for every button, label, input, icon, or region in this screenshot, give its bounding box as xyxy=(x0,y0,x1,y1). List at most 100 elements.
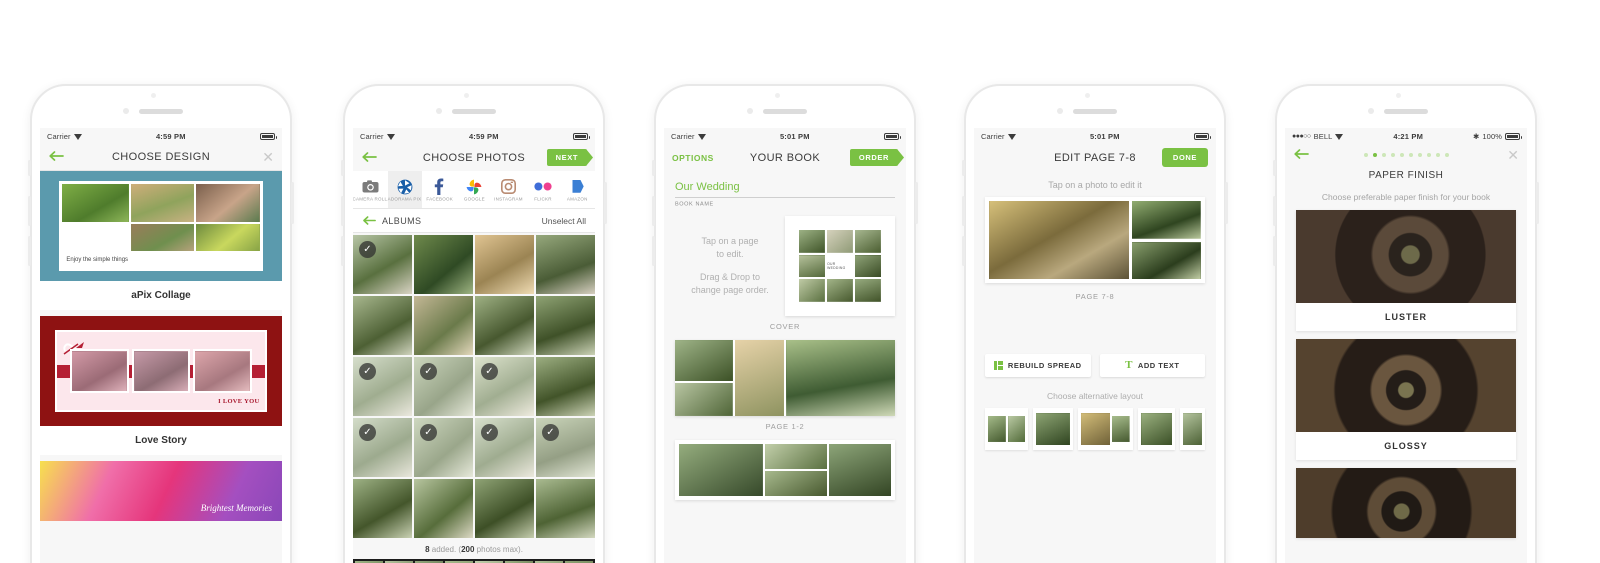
book-name-value[interactable]: Our Wedding xyxy=(675,181,895,193)
photo-cell[interactable] xyxy=(353,296,412,355)
photo-cell[interactable] xyxy=(414,479,473,538)
finish-option-matte[interactable] xyxy=(1296,468,1516,538)
photo-cell[interactable] xyxy=(353,479,412,538)
finish-label: GLOSSY xyxy=(1384,441,1428,451)
source-label: AMAZON xyxy=(567,196,589,202)
back-arrow-icon[interactable] xyxy=(362,215,376,227)
photo-tile[interactable] xyxy=(1132,201,1201,239)
source-tab-instagram[interactable]: INSTAGRAM xyxy=(491,171,526,208)
pager-dot[interactable] xyxy=(1390,153,1395,157)
status-bar: Carrier 5:01 PM xyxy=(664,128,906,144)
layout-option[interactable] xyxy=(1077,408,1133,450)
added-text: added. ( xyxy=(429,545,462,554)
back-arrow-icon[interactable] xyxy=(48,150,64,164)
photo-tile-main[interactable] xyxy=(989,201,1130,279)
options-button[interactable]: OPTIONS xyxy=(672,153,714,163)
photo-cell[interactable]: ✓ xyxy=(353,357,412,416)
photo-tile xyxy=(785,340,895,416)
rebuild-spread-button[interactable]: REBUILD SPREAD xyxy=(985,354,1091,377)
carrier-label: Carrier xyxy=(671,131,695,141)
pager-dot[interactable] xyxy=(1381,153,1386,157)
status-bar: Carrier 4:59 PM xyxy=(40,128,282,144)
photo-cell[interactable] xyxy=(536,235,595,294)
pager-dot[interactable] xyxy=(1408,153,1413,157)
pager-dot[interactable] xyxy=(1363,153,1368,157)
pager-dot[interactable] xyxy=(1417,153,1422,157)
cover-thumbnail[interactable]: OUR WEDDING xyxy=(785,216,895,316)
photo-cell[interactable] xyxy=(414,235,473,294)
power-button xyxy=(915,182,918,224)
page-spread-3-4[interactable] xyxy=(675,440,895,500)
photo-tile xyxy=(764,444,827,469)
layout-option[interactable] xyxy=(985,408,1029,450)
hint-line-1: Tap on a page to edit. xyxy=(701,236,759,260)
alternative-layouts[interactable] xyxy=(974,408,1216,450)
add-text-button[interactable]: T ADD TEXT xyxy=(1099,354,1205,377)
photo-cell[interactable]: ✓ xyxy=(475,418,534,477)
design-caption: Brightest Memories xyxy=(200,503,272,513)
phone-mockup-edit-page: Carrier 5:01 PM EDIT PAGE 7-8 DONE Tap o… xyxy=(962,84,1228,563)
pager-dot-active[interactable] xyxy=(1372,153,1377,157)
source-tab-facebook[interactable]: FACEBOOK xyxy=(422,171,457,208)
photo-cell[interactable] xyxy=(536,357,595,416)
photo-cell[interactable] xyxy=(536,479,595,538)
layout-option[interactable] xyxy=(1137,408,1176,450)
order-button[interactable]: ORDER xyxy=(849,149,898,166)
selected-check-icon: ✓ xyxy=(481,424,498,441)
source-tab-flickr[interactable]: FLICKR xyxy=(526,171,561,208)
page-spread-1-2[interactable] xyxy=(675,340,895,416)
volume-down-button xyxy=(341,236,344,266)
photo-tile xyxy=(799,279,826,302)
done-button[interactable]: DONE xyxy=(1161,148,1208,167)
photo-cell[interactable]: ✓ xyxy=(475,357,534,416)
finish-option-luster[interactable]: LUSTER xyxy=(1296,210,1516,331)
design-card[interactable]: I LOVE YOU Love Story xyxy=(40,316,282,455)
source-tab-camera-roll[interactable]: CAMERA ROLL xyxy=(353,171,388,208)
battery-icon xyxy=(1505,132,1522,140)
close-icon[interactable]: ✕ xyxy=(1507,148,1519,162)
source-tab-amazon[interactable]: AMAZON xyxy=(560,171,595,208)
edit-spread-canvas[interactable] xyxy=(985,197,1205,283)
photo-cell[interactable] xyxy=(475,296,534,355)
photo-cell[interactable] xyxy=(475,235,534,294)
photo-tile xyxy=(193,348,252,394)
source-tab-adorama-pix[interactable]: ADORAMA PIX xyxy=(387,171,423,208)
photo-cell[interactable] xyxy=(475,479,534,538)
selected-photos-filmstrip[interactable] xyxy=(353,559,595,563)
design-card[interactable]: Enjoy the simple things aPix Collage xyxy=(40,171,282,310)
pager-dot[interactable] xyxy=(1426,153,1431,157)
pager-dot[interactable] xyxy=(1444,153,1449,157)
app-screen-paper-finish: ●●●○○ BELL 4:21 PM ✱ 100% ✕ PAPER FINISH… xyxy=(1285,128,1527,563)
photo-cell[interactable]: ✓ xyxy=(414,357,473,416)
back-arrow-icon[interactable] xyxy=(361,151,377,165)
photo-cell[interactable]: ✓ xyxy=(536,418,595,477)
pager-dot[interactable] xyxy=(1435,153,1440,157)
finish-option-glossy[interactable]: GLOSSY xyxy=(1296,339,1516,460)
mute-switch xyxy=(1273,160,1276,176)
cover-title-text: OUR WEDDING xyxy=(827,254,853,278)
carrier-label: Carrier xyxy=(360,131,384,141)
status-bar: ●●●○○ BELL 4:21 PM ✱ 100% xyxy=(1285,128,1527,144)
back-arrow-icon[interactable] xyxy=(1293,148,1309,162)
next-button[interactable]: NEXT xyxy=(546,149,587,166)
layout-option[interactable] xyxy=(1180,408,1206,450)
close-icon[interactable]: ✕ xyxy=(262,150,274,164)
photo-cell[interactable] xyxy=(414,296,473,355)
photo-cell[interactable] xyxy=(536,296,595,355)
unselect-all-button[interactable]: Unselect All xyxy=(542,216,586,226)
photo-tile[interactable] xyxy=(1132,241,1201,279)
photo-cell[interactable]: ✓ xyxy=(353,418,412,477)
photo-tile xyxy=(828,444,892,496)
design-card[interactable]: Brightest Memories xyxy=(40,461,282,521)
source-tab-google[interactable]: GOOGLE xyxy=(457,171,492,208)
proximity-sensor xyxy=(464,93,469,98)
photo-tile xyxy=(196,223,260,252)
layout-option[interactable] xyxy=(1033,408,1073,450)
status-bar: Carrier 5:01 PM xyxy=(974,128,1216,144)
albums-bar: ALBUMS Unselect All xyxy=(353,209,595,233)
volume-down-button xyxy=(1273,236,1276,266)
pager-dot[interactable] xyxy=(1399,153,1404,157)
book-name-field[interactable]: Our Wedding BOOK NAME xyxy=(664,171,906,207)
photo-cell[interactable]: ✓ xyxy=(414,418,473,477)
photo-cell[interactable]: ✓ xyxy=(353,235,412,294)
